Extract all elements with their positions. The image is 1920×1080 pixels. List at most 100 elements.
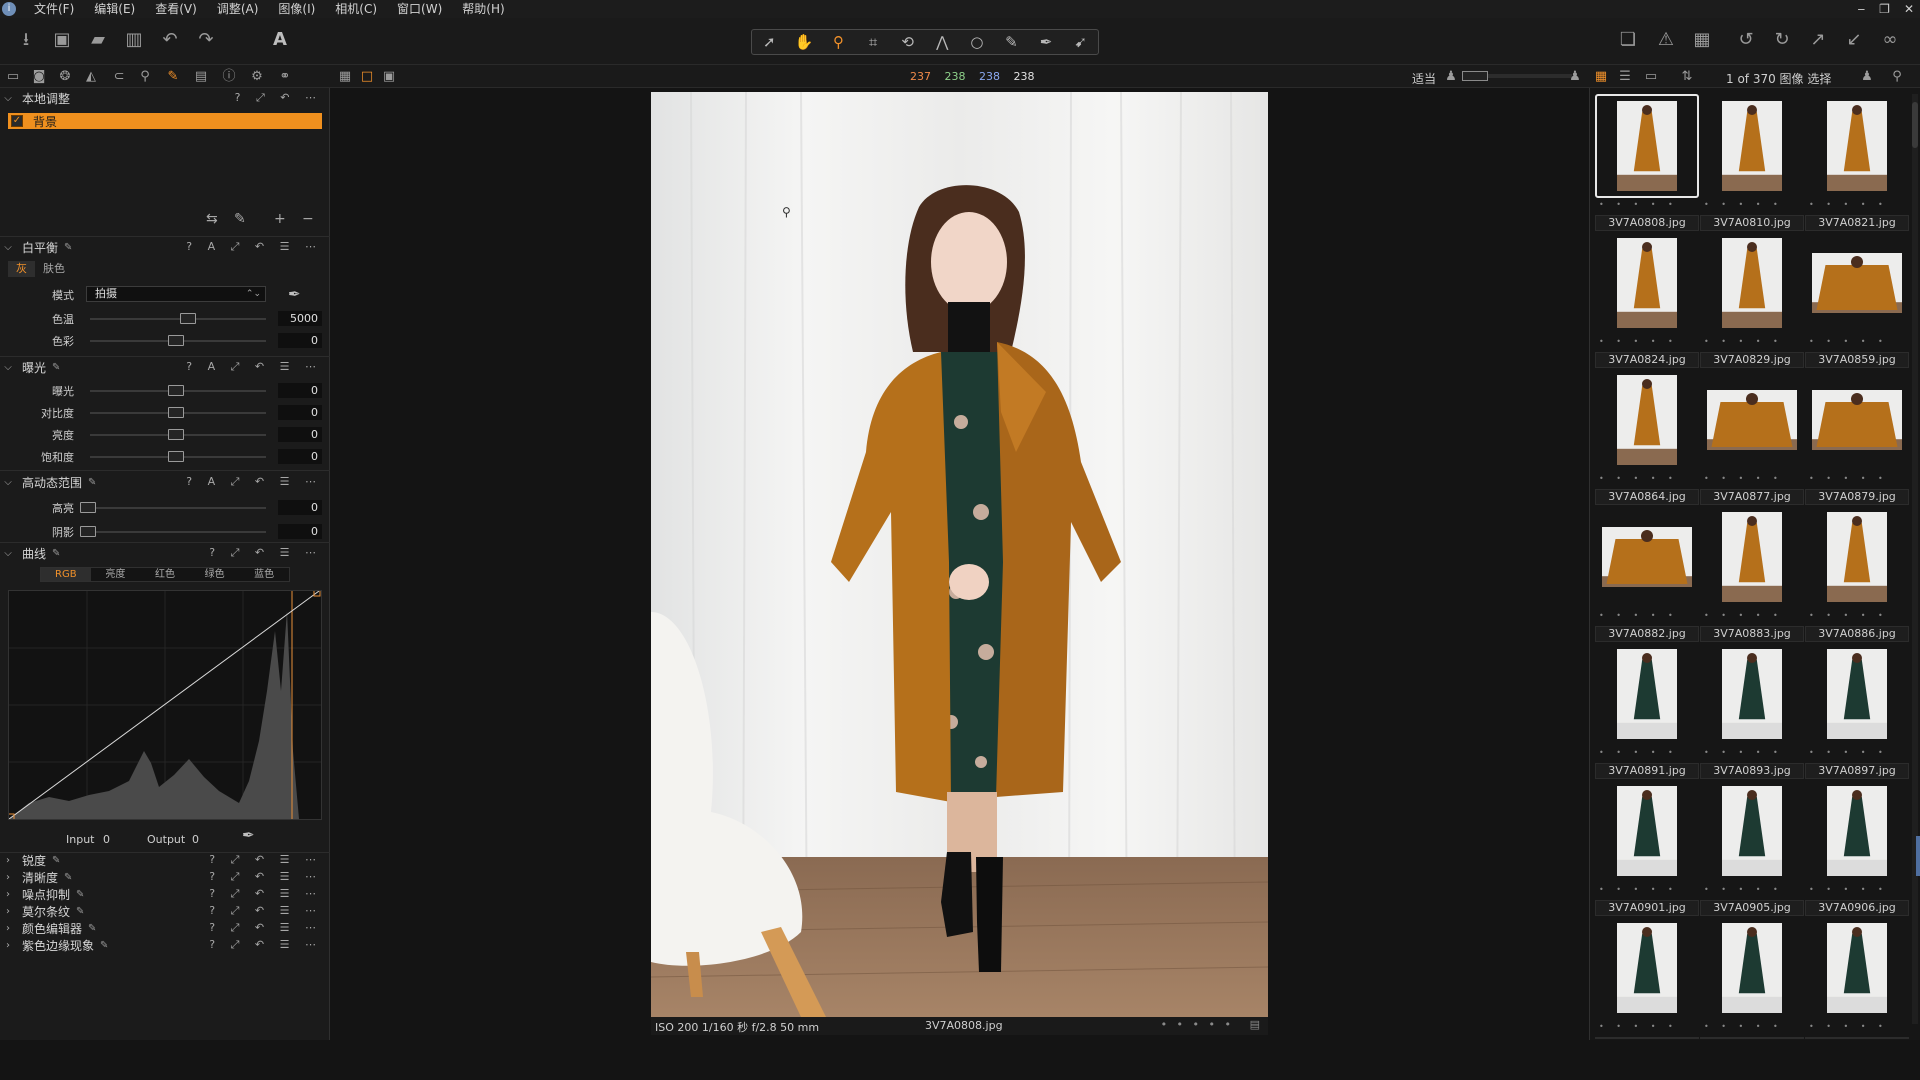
copy-apply-icon[interactable]: ➹ xyxy=(1065,33,1097,51)
expand-chevron-icon[interactable]: › xyxy=(0,940,16,951)
thumbnail[interactable]: • • • • • 3V7A0886.jpg xyxy=(1805,505,1909,642)
thumbnail-image[interactable] xyxy=(1805,505,1909,609)
thumbnail[interactable]: • • • • • 3V7A0810.jpg xyxy=(1700,94,1804,231)
thumbnail-image[interactable] xyxy=(1805,916,1909,1020)
temp-value[interactable]: 5000 xyxy=(278,311,322,326)
metadata-tab-icon[interactable]: ▤ xyxy=(192,68,210,86)
thumbnail[interactable]: • • • • • 3V7A0891.jpg xyxy=(1595,642,1699,779)
search-icon[interactable]: ⚲ xyxy=(1888,68,1906,86)
compare-view-icon[interactable]: ▣ xyxy=(380,68,398,86)
expand-chevron-icon[interactable]: › xyxy=(0,855,16,866)
thumbnail-rating[interactable]: • • • • • xyxy=(1599,885,1678,894)
tab-skin[interactable]: 肤色 xyxy=(35,261,73,277)
sharpening-header[interactable]: › 锐度 ✎ ? ⤢ ↶ ☰ ⋯ xyxy=(0,851,330,869)
brightness-slider[interactable] xyxy=(90,429,266,440)
wb-mode-select[interactable]: 拍摄 ⌃⌄ xyxy=(86,286,266,302)
thumbnail[interactable]: • • • • • 3V7A0879.jpg xyxy=(1805,368,1909,505)
thumbnail-rating[interactable]: • • • • • xyxy=(1704,1022,1783,1031)
grid-icon[interactable]: ▦ xyxy=(1688,26,1716,54)
menu-window[interactable]: 窗口(W) xyxy=(387,0,452,18)
zoom-slider-thumb[interactable] xyxy=(1462,71,1488,81)
thumbnail-image[interactable] xyxy=(1805,779,1909,883)
curve-header[interactable]: ⌵ 曲线 ✎ ? ⤢ ↶ ☰ ⋯ xyxy=(0,544,330,562)
section-actions[interactable]: ? ⤢ ↶ ☰ ⋯ xyxy=(209,853,322,867)
thumbnail-rating[interactable]: • • • • • xyxy=(1704,611,1783,620)
import-icon[interactable]: ⭳ xyxy=(12,26,40,54)
rotate-right-icon[interactable]: ↻ xyxy=(1768,26,1796,54)
section-actions[interactable]: ? ⤢ ↶ ☰ ⋯ xyxy=(209,546,322,560)
rotate-left-icon[interactable]: ↺ xyxy=(1732,26,1760,54)
contrast-slider[interactable] xyxy=(90,407,266,418)
section-actions[interactable]: ? A ⤢ ↶ ☰ ⋯ xyxy=(186,240,322,254)
thumbnail-rating[interactable]: • • • • • xyxy=(1599,748,1678,757)
thumbnail[interactable]: • • • • • 3V7A0859.jpg xyxy=(1805,231,1909,368)
library-tab-icon[interactable]: ▭ xyxy=(4,68,22,86)
slider-thumb[interactable] xyxy=(168,407,184,418)
thumbnail[interactable]: • • • • • 3V7A0905.jpg xyxy=(1700,779,1804,916)
sort-icon[interactable]: ⇅ xyxy=(1678,68,1696,86)
exposure-tab-icon[interactable]: ◭ xyxy=(82,68,100,86)
tab-gray[interactable]: 灰 xyxy=(8,261,35,277)
grid-view-icon[interactable]: ▦ xyxy=(336,68,354,86)
local-adjust-header[interactable]: ⌵ 本地调整 ? ⤢ ↶ ⋯ xyxy=(0,89,330,107)
restore-button[interactable]: ❐ xyxy=(1879,0,1890,18)
apply-icon[interactable]: ↙ xyxy=(1840,26,1868,54)
collapse-chevron-icon[interactable]: ⌵ xyxy=(0,93,16,104)
thumbnail-image[interactable] xyxy=(1805,94,1909,198)
wb-eyedropper-icon[interactable]: ✒ xyxy=(288,285,301,303)
layers-icon[interactable]: ❏ xyxy=(1614,26,1642,54)
contrast-value[interactable]: 0 xyxy=(278,405,322,420)
thumbnail-rating[interactable]: • • • • • xyxy=(1704,474,1783,483)
thumbnail[interactable]: • • • • • 3V7A0906.jpg xyxy=(1805,779,1909,916)
exposure-value[interactable]: 0 xyxy=(278,383,322,398)
thumbnail-image[interactable] xyxy=(1595,779,1699,883)
tint-slider[interactable] xyxy=(90,335,266,346)
text-tool-icon[interactable]: A xyxy=(266,26,294,54)
layer-swap-icon[interactable]: ⇆ xyxy=(206,211,218,227)
thumbnail-image[interactable] xyxy=(1700,642,1804,746)
glasses-icon[interactable]: ∞ xyxy=(1876,26,1904,54)
picker-icon[interactable]: ✒ xyxy=(1030,33,1062,51)
camera-icon[interactable]: ▣ xyxy=(48,26,76,54)
thumbnail[interactable]: • • • • • 3V7A0864.jpg xyxy=(1595,368,1699,505)
shadow-slider[interactable] xyxy=(80,526,266,537)
remove-layer-icon[interactable]: − xyxy=(302,211,314,227)
app-icon[interactable]: i xyxy=(2,2,16,16)
thumbnail-rating[interactable]: • • • • • xyxy=(1809,474,1888,483)
brightness-value[interactable]: 0 xyxy=(278,427,322,442)
thumbnail-rating[interactable]: • • • • • xyxy=(1809,748,1888,757)
thumbnail-rating[interactable]: • • • • • xyxy=(1599,1022,1678,1031)
pan-hand-icon[interactable]: ✋ xyxy=(788,33,820,51)
highlight-slider[interactable] xyxy=(80,502,266,513)
slider-thumb[interactable] xyxy=(168,335,184,346)
curve-graph[interactable] xyxy=(7,589,321,821)
tab-green[interactable]: 绿色 xyxy=(190,568,240,581)
thumbnail[interactable]: • • • • • 3V7A0901.jpg xyxy=(1595,779,1699,916)
white-balance-header[interactable]: ⌵ 白平衡 ✎ ? A ⤢ ↶ ☰ ⋯ xyxy=(0,238,330,256)
photo-menu-icon[interactable]: ▤ xyxy=(1250,1018,1260,1031)
thumbnail-image[interactable] xyxy=(1595,916,1699,1020)
section-actions[interactable]: ? A ⤢ ↶ ☰ ⋯ xyxy=(186,475,322,489)
spot-removal-icon[interactable]: ○ xyxy=(961,33,993,51)
thumbnail-rating[interactable]: • • • • • xyxy=(1704,885,1783,894)
shadow-value[interactable]: 0 xyxy=(278,524,322,539)
menu-view[interactable]: 查看(V) xyxy=(145,0,207,18)
tab-luma[interactable]: 亮度 xyxy=(91,568,141,581)
details-tab-icon[interactable]: ⚲ xyxy=(136,68,154,86)
menu-adjust[interactable]: 调整(A) xyxy=(207,0,269,18)
trash-icon[interactable]: ▥ xyxy=(120,26,148,54)
thumbnail-image[interactable] xyxy=(1700,231,1804,335)
keystone-icon[interactable]: ⋀ xyxy=(926,33,958,51)
thumbnail-rating[interactable]: • • • • • xyxy=(1809,200,1888,209)
layer-row-background[interactable]: ✓ 背景 xyxy=(8,113,322,129)
thumbnail-rating[interactable]: • • • • • xyxy=(1599,200,1678,209)
expand-chevron-icon[interactable]: › xyxy=(0,923,16,934)
collapse-chevron-icon[interactable]: ⌵ xyxy=(0,362,16,373)
thumbnail-rating[interactable]: • • • • • xyxy=(1704,200,1783,209)
thumbnail-rating[interactable]: • • • • • xyxy=(1599,337,1678,346)
menu-edit[interactable]: 编辑(E) xyxy=(84,0,145,18)
browser-scrollbar[interactable] xyxy=(1912,94,1918,1024)
collapse-chevron-icon[interactable]: ⌵ xyxy=(0,548,16,559)
exposure-slider[interactable] xyxy=(90,385,266,396)
menu-camera[interactable]: 相机(C) xyxy=(325,0,387,18)
